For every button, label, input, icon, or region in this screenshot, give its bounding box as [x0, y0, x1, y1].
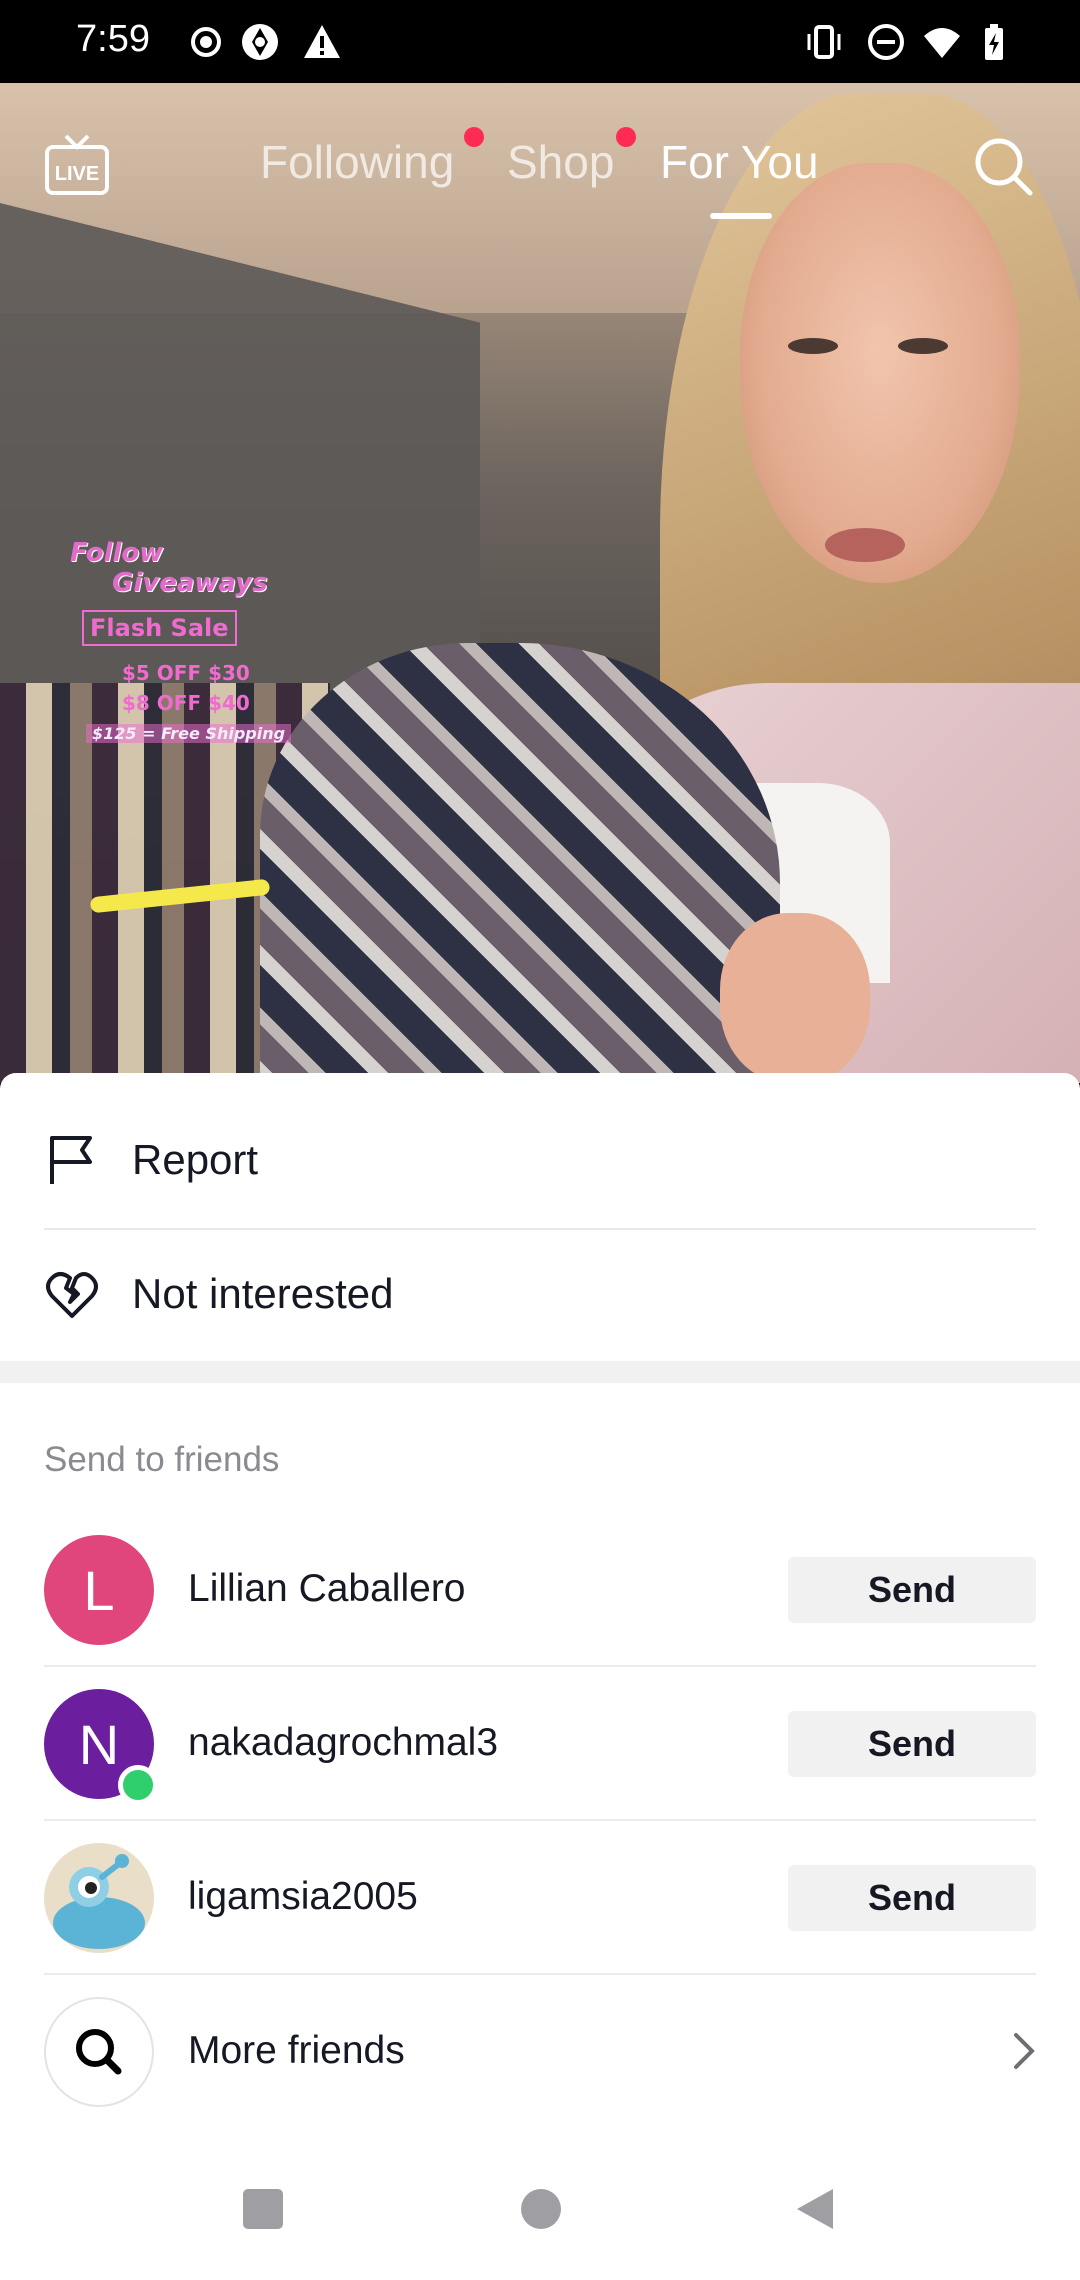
recents-button-icon[interactable]: [240, 2186, 286, 2232]
send-button[interactable]: Send: [788, 1711, 1036, 1777]
home-button-icon[interactable]: [518, 2186, 564, 2232]
shutter-icon: [242, 24, 278, 60]
friend-row[interactable]: N nakadagrochmal3 Send: [0, 1667, 1080, 1821]
system-nav-bar: [0, 2160, 1080, 2280]
live-label: LIVE: [55, 163, 99, 185]
tab-for-you[interactable]: For You: [660, 135, 819, 189]
friend-name: nakadagrochmal3: [188, 1721, 499, 1764]
friend-name: ligamsia2005: [188, 1875, 418, 1918]
online-status-dot: [118, 1765, 158, 1805]
report-option[interactable]: Report: [0, 1093, 1080, 1227]
search-icon[interactable]: [970, 133, 1036, 199]
top-nav: LIVE Following Shop For You: [0, 83, 1080, 243]
promo-shipping: $125 = Free Shipping: [86, 724, 292, 743]
tab-shop[interactable]: Shop: [507, 135, 614, 189]
search-icon: [76, 2029, 122, 2075]
not-interested-option[interactable]: Not interested: [0, 1227, 1080, 1361]
live-tv-icon[interactable]: LIVE: [44, 133, 110, 197]
more-friends-label: More friends: [188, 2029, 405, 2072]
report-label: Report: [132, 1136, 259, 1183]
presenter-hand: [720, 913, 870, 1083]
promo-follow: Follow: [70, 538, 164, 568]
chevron-right-icon: [1014, 2033, 1035, 2069]
wifi-icon: [924, 28, 960, 58]
friend-name: Lillian Caballero: [188, 1567, 466, 1610]
alien-avatar-icon: [53, 1854, 145, 1949]
avatar: L: [44, 1535, 154, 1645]
presenter-mouth: [825, 528, 905, 562]
send-button[interactable]: Send: [788, 1865, 1036, 1931]
record-icon: [191, 27, 221, 57]
tab-following[interactable]: Following: [260, 135, 454, 189]
promo-flash-sale: Flash Sale: [82, 610, 237, 646]
status-bar: 7:59: [0, 0, 1080, 83]
send-to-friends-title: Send to friends: [44, 1440, 280, 1479]
presenter-eye-left: [788, 338, 838, 354]
more-friends-row[interactable]: More friends: [0, 1975, 1080, 2129]
friend-row[interactable]: ligamsia2005 Send: [0, 1821, 1080, 1975]
broken-heart-icon: [46, 1272, 98, 1318]
tab-shop-dot: [616, 127, 636, 147]
friend-row[interactable]: L Lillian Caballero Send: [0, 1513, 1080, 1667]
more-friends-search-circle: [44, 1997, 154, 2107]
promo-overlay: Follow Giveaways Flash Sale $5 OFF $30 $…: [70, 538, 310, 743]
flag-icon: [50, 1136, 92, 1184]
section-separator: [0, 1361, 1080, 1383]
promo-giveaways: Giveaways: [112, 568, 268, 598]
warning-icon: [304, 25, 340, 58]
active-tab-indicator: [710, 213, 772, 219]
not-interested-label: Not interested: [132, 1270, 394, 1317]
avatar-initial: N: [78, 1712, 120, 1776]
promo-discount-1: $5 OFF $30: [122, 661, 250, 685]
battery-charging-icon: [985, 24, 1003, 60]
tab-following-dot: [464, 127, 484, 147]
presenter-eye-right: [898, 338, 948, 354]
back-button-icon[interactable]: [793, 2186, 839, 2232]
avatar-initial: L: [83, 1558, 115, 1622]
promo-discount-2: $8 OFF $40: [122, 691, 250, 715]
vibrate-icon: [807, 25, 841, 59]
avatar: [44, 1843, 154, 1953]
do-not-disturb-icon: [868, 24, 904, 60]
status-time: 7:59: [76, 18, 150, 60]
send-button[interactable]: Send: [788, 1557, 1036, 1623]
share-sheet: Report Not interested Send to friends L …: [0, 1073, 1080, 2280]
